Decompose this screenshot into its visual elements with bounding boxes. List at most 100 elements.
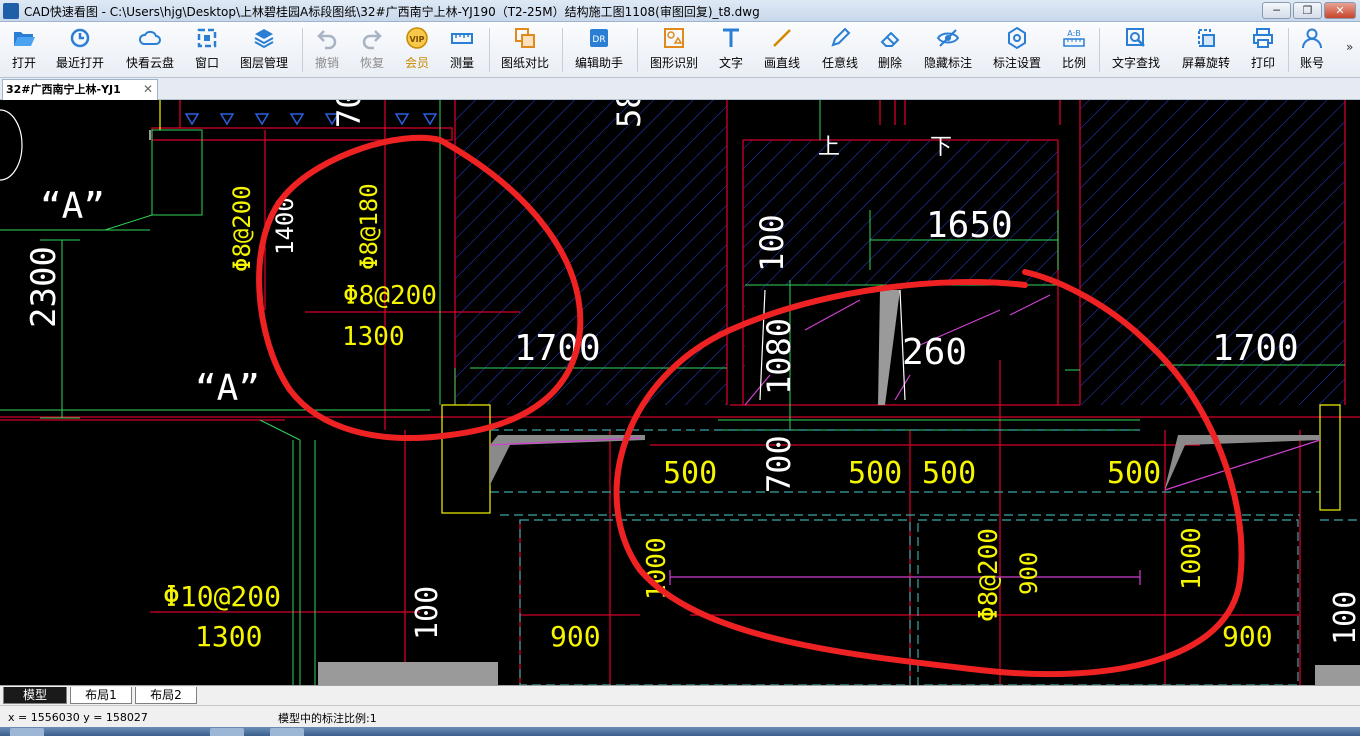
dim-1000-right: 1000	[1177, 527, 1207, 590]
dim-700: 700	[760, 435, 798, 493]
text-search-icon	[1126, 28, 1145, 47]
edit-assistant-icon: DR	[590, 29, 608, 47]
section-label-a2: “A”	[195, 368, 260, 409]
layer-management-button[interactable]: 图层管理	[236, 26, 292, 74]
recent-open-button[interactable]: 最近打开	[52, 26, 108, 74]
dim-2300: 2300	[24, 246, 64, 328]
section-label-a1: “A”	[40, 186, 105, 227]
draw-line-button[interactable]: 画直线	[760, 26, 804, 74]
tab-model[interactable]: 模型	[3, 687, 67, 704]
rebar-8-180-vertical: Φ8@180	[355, 183, 383, 270]
dim-900-middle: 900	[1015, 552, 1043, 595]
rebar-10-200-label: Φ10@200	[163, 580, 281, 613]
toolbar: 打开 最近打开 快看云盘 窗口 图层管理 撤销 恢复 VIP 会员 测量 图纸对…	[0, 22, 1360, 78]
dim-500-c: 500	[922, 456, 976, 491]
document-tab-bar: 32#广西南宁上林-YJ1 ✕	[0, 78, 1360, 100]
dim-260: 260	[902, 332, 967, 373]
shape-recognition-button[interactable]: 图形识别	[646, 26, 702, 74]
close-button[interactable]: ✕	[1324, 2, 1356, 19]
line-icon	[773, 29, 791, 47]
pen-icon	[831, 27, 851, 47]
drawing-canvas[interactable]: “A” “A” 2300 1400 Φ8@200 Φ8@180 Φ8@200 1…	[0, 100, 1360, 685]
dim-1700-right: 1700	[1212, 328, 1299, 369]
cad-drawing[interactable]: “A” “A” 2300 1400 Φ8@200 Φ8@180 Φ8@200 1…	[0, 100, 1360, 685]
tab-layout2[interactable]: 布局2	[135, 687, 197, 704]
printer-icon	[1253, 28, 1273, 48]
layers-icon	[254, 29, 274, 49]
taskbar-app-icon[interactable]	[270, 728, 304, 736]
eraser-icon	[880, 31, 900, 47]
dim-900-left: 900	[550, 620, 601, 653]
status-bar: x = 1556030 y = 158027 模型中的标注比例:1	[0, 705, 1360, 727]
text-search-button[interactable]: 文字查找	[1108, 26, 1164, 74]
elevation-markers	[184, 113, 438, 126]
dim-1700-left: 1700	[514, 328, 601, 369]
window-button[interactable]: 窗口	[190, 26, 224, 74]
window-title: CAD快速看图 - C:\Users\hjg\Desktop\上林碧桂园A标段图…	[24, 5, 760, 19]
compare-icon	[515, 28, 535, 48]
dim-1080: 1080	[760, 318, 798, 395]
scale-button[interactable]: A:B 比例	[1059, 26, 1089, 74]
redo-button[interactable]: 恢复	[355, 26, 389, 74]
svg-text:A:B: A:B	[1067, 29, 1081, 38]
print-button[interactable]: 打印	[1248, 26, 1278, 74]
toolbar-more-button[interactable]: »	[1346, 40, 1353, 54]
dim-1000-left: 1000	[642, 537, 672, 600]
rebar-8-200-label: Φ8@200	[343, 281, 437, 311]
dim-1650: 1650	[926, 205, 1013, 246]
rotate-icon	[1198, 29, 1215, 47]
account-button[interactable]: 账号	[1297, 26, 1327, 74]
document-tab-close-icon[interactable]: ✕	[143, 80, 153, 99]
rebar-8-200-bottom: Φ8@200	[974, 528, 1004, 622]
tab-layout1[interactable]: 布局1	[70, 687, 132, 704]
dim-100-bottom: 100	[410, 586, 445, 640]
hide-annotation-button[interactable]: 隐藏标注	[920, 26, 976, 74]
document-tab[interactable]: 32#广西南宁上林-YJ1 ✕	[2, 79, 158, 100]
shape-recognize-icon	[664, 28, 684, 48]
dim-900-right: 900	[1222, 620, 1273, 653]
undo-icon	[317, 30, 337, 50]
vip-button[interactable]: VIP 会员	[400, 26, 434, 74]
dim-500-b: 500	[848, 456, 902, 491]
dim-500-d: 500	[1107, 456, 1161, 491]
rebar-8-200-vertical: Φ8@200	[228, 185, 256, 272]
dim-100-top: 100	[753, 214, 791, 272]
svg-text:DR: DR	[592, 35, 605, 45]
clock-icon	[70, 28, 90, 48]
annotation-scale-text: 模型中的标注比例:1	[278, 712, 377, 725]
redo-icon	[362, 30, 382, 50]
undo-button[interactable]: 撤销	[310, 26, 344, 74]
taskbar-app-icon[interactable]	[210, 728, 244, 736]
edit-assistant-button[interactable]: DR 编辑助手	[571, 26, 627, 74]
document-tab-label: 32#广西南宁上林-YJ1	[6, 83, 121, 96]
ruler-icon	[451, 33, 473, 44]
freehand-line-button[interactable]: 任意线	[818, 26, 862, 74]
dim-1300-bottom: 1300	[195, 620, 262, 653]
cursor-coordinates: x = 1556030 y = 158027	[8, 711, 148, 724]
layout-tabs: 模型 布局1 布局2	[0, 685, 1360, 705]
eye-hide-icon	[936, 29, 960, 47]
open-button[interactable]: 打开	[6, 26, 42, 74]
text-icon	[723, 28, 739, 47]
delete-button[interactable]: 删除	[875, 26, 905, 74]
drawing-compare-button[interactable]: 图纸对比	[497, 26, 553, 74]
scale-icon: A:B	[1063, 29, 1085, 47]
measure-button[interactable]: 测量	[445, 26, 479, 74]
annotation-settings-icon	[1008, 26, 1026, 50]
cloud-icon	[138, 30, 161, 45]
vip-icon: VIP	[406, 27, 428, 49]
taskbar-start-icon[interactable]	[10, 728, 44, 736]
dim-70: 70	[330, 100, 368, 128]
screen-rotate-button[interactable]: 屏幕旋转	[1178, 26, 1234, 74]
svg-text:VIP: VIP	[409, 35, 424, 44]
minimize-button[interactable]: ─	[1262, 2, 1291, 19]
dim-100-right: 100	[1328, 591, 1360, 645]
dim-1300-top: 1300	[342, 322, 405, 352]
cloud-drive-button[interactable]: 快看云盘	[122, 26, 178, 74]
window-icon	[197, 28, 217, 48]
text-button[interactable]: 文字	[716, 26, 746, 74]
maximize-button[interactable]: ❐	[1293, 2, 1322, 19]
user-icon	[1302, 28, 1322, 49]
annotation-settings-button[interactable]: 标注设置	[989, 26, 1045, 74]
stair-down-label: 下	[930, 135, 952, 160]
